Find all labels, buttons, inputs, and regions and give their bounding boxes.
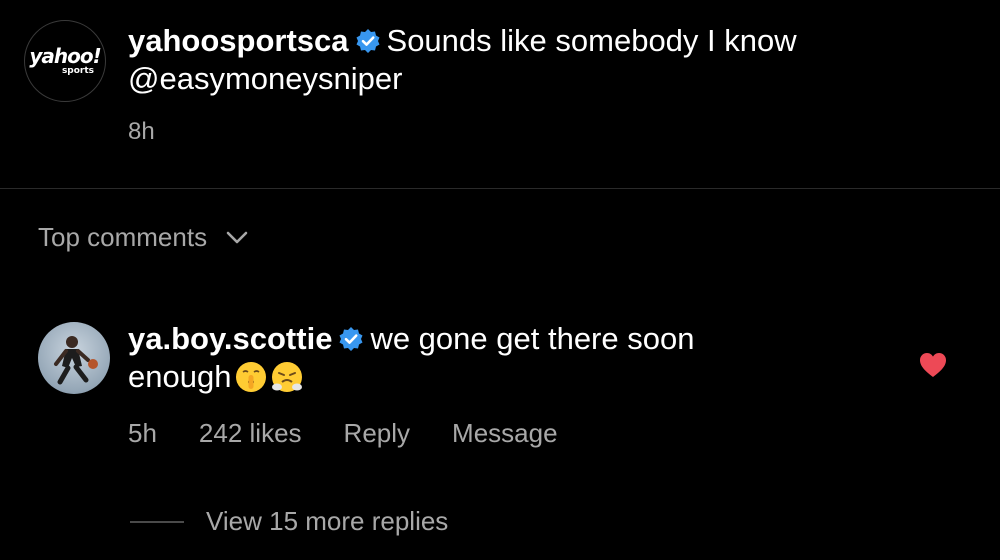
verified-icon: [338, 323, 364, 361]
reply-button[interactable]: Reply: [344, 418, 410, 449]
mention-link[interactable]: @easymoneysniper: [128, 60, 402, 98]
post-caption-line-1: yahoosportsca Sounds like somebody I know: [128, 22, 797, 63]
view-more-replies-button[interactable]: View 15 more replies: [206, 506, 448, 537]
comment-text-line-1: ya.boy.scottie we gone get there soon: [128, 320, 694, 361]
comment-meta: 5h 242 likes Reply Message: [128, 418, 600, 449]
chevron-down-icon: [226, 231, 248, 243]
comment-text: we gone get there soon: [370, 321, 695, 356]
heart-icon[interactable]: [918, 351, 948, 384]
likes-count[interactable]: 242 likes: [199, 418, 302, 449]
divider: [0, 188, 1000, 189]
replies-line-divider: [130, 521, 184, 523]
face-with-steam-icon: [271, 361, 303, 402]
post-timestamp: 8h: [128, 118, 155, 145]
comment-text-line-2: enough: [128, 358, 303, 402]
yahoo-sports-avatar[interactable]: yahoo! sports: [24, 20, 106, 102]
comment-timestamp: 5h: [128, 418, 157, 448]
message-button[interactable]: Message: [452, 418, 558, 449]
comment-text-continued: enough: [128, 359, 232, 394]
top-comments-dropdown[interactable]: Top comments: [38, 222, 249, 253]
post-username[interactable]: yahoosportsca: [128, 23, 349, 58]
shushing-face-icon: [235, 361, 267, 402]
post-caption-text: Sounds like somebody I know: [386, 23, 797, 58]
basketball-player-icon: [54, 336, 98, 385]
verified-icon: [355, 25, 381, 63]
comment-username[interactable]: ya.boy.scottie: [128, 321, 332, 356]
commenter-avatar[interactable]: [38, 322, 110, 394]
yahoo-logo-text: yahoo!: [29, 44, 101, 68]
sports-logo-text: sports: [61, 66, 95, 76]
top-comments-label: Top comments: [38, 222, 208, 252]
